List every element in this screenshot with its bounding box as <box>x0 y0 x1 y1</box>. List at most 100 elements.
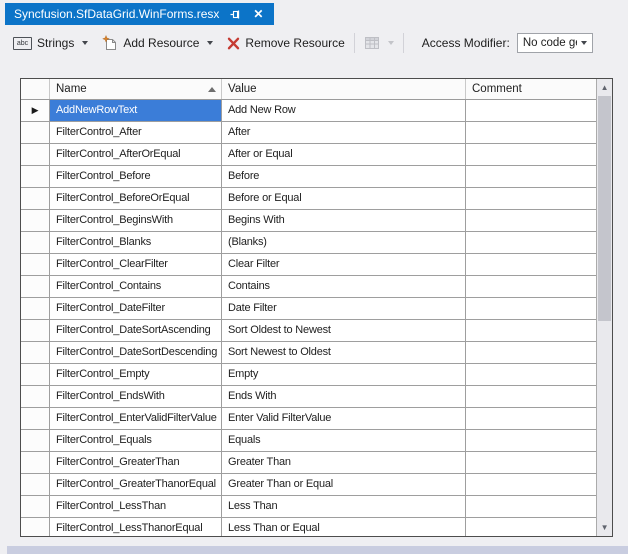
grid-cell-name[interactable]: FilterControl_EndsWith <box>50 386 222 407</box>
grid-cell-value[interactable]: Greater Than or Equal <box>222 474 466 495</box>
grid-cell-name[interactable]: FilterControl_After <box>50 122 222 143</box>
row-selector[interactable] <box>21 474 50 495</box>
grid-cell-value[interactable]: Greater Than <box>222 452 466 473</box>
chevron-down-icon <box>207 41 214 45</box>
dataview-button-disabled[interactable] <box>361 34 397 52</box>
grid-cell-comment[interactable] <box>466 166 596 187</box>
document-tab[interactable]: Syncfusion.SfDataGrid.WinForms.resx ✕ <box>5 3 275 25</box>
grid-cell-name[interactable]: FilterControl_Equals <box>50 430 222 451</box>
grid-cell-comment[interactable] <box>466 188 596 209</box>
grid-cell-value[interactable]: Less Than <box>222 496 466 517</box>
grid-cell-comment[interactable] <box>466 276 596 297</box>
grid-cell-value[interactable]: Before or Equal <box>222 188 466 209</box>
grid-cell-name[interactable]: FilterControl_Before <box>50 166 222 187</box>
vertical-scrollbar[interactable]: ▲ ▼ <box>596 79 612 536</box>
grid-cell-name[interactable]: FilterControl_ClearFilter <box>50 254 222 275</box>
grid-cell-name[interactable]: FilterControl_GreaterThan <box>50 452 222 473</box>
row-selector[interactable] <box>21 254 50 275</box>
grid-cell-name[interactable]: FilterControl_LessThanorEqual <box>50 518 222 536</box>
column-header-value[interactable]: Value <box>222 79 466 99</box>
grid-cell-comment[interactable] <box>466 474 596 495</box>
scroll-up-icon[interactable]: ▲ <box>597 79 612 96</box>
grid-cell-comment[interactable] <box>466 364 596 385</box>
grid-cell-comment[interactable] <box>466 100 596 121</box>
add-resource-button[interactable]: Add Resource <box>99 33 216 53</box>
grid-cell-value[interactable]: Equals <box>222 430 466 451</box>
grid-cell-value[interactable]: Ends With <box>222 386 466 407</box>
grid-cell-value[interactable]: Clear Filter <box>222 254 466 275</box>
grid-cell-value[interactable]: Sort Oldest to Newest <box>222 320 466 341</box>
grid-cell-name[interactable]: FilterControl_AfterOrEqual <box>50 144 222 165</box>
row-selector[interactable] <box>21 210 50 231</box>
grid-cell-name[interactable]: FilterControl_EnterValidFilterValue <box>50 408 222 429</box>
row-selector[interactable] <box>21 430 50 451</box>
row-selector[interactable] <box>21 298 50 319</box>
grid-cell-comment[interactable] <box>466 254 596 275</box>
remove-resource-button[interactable]: Remove Resource <box>224 34 347 52</box>
row-selector[interactable] <box>21 518 50 536</box>
grid-cell-comment[interactable] <box>466 386 596 407</box>
grid-cell-name[interactable]: FilterControl_Empty <box>50 364 222 385</box>
grid-cell-comment[interactable] <box>466 144 596 165</box>
grid-cell-value[interactable]: After or Equal <box>222 144 466 165</box>
grid-cell-comment[interactable] <box>466 430 596 451</box>
access-modifier-label: Access Modifier: <box>421 36 510 50</box>
grid-cell-name[interactable]: FilterControl_Contains <box>50 276 222 297</box>
toolbar-separator <box>402 33 404 53</box>
grid-cell-comment[interactable] <box>466 298 596 319</box>
scrollbar-thumb[interactable] <box>598 96 611 321</box>
row-selector[interactable] <box>21 452 50 473</box>
scroll-down-icon[interactable]: ▼ <box>597 519 612 536</box>
grid-cell-comment[interactable] <box>466 518 596 536</box>
grid-cell-value[interactable]: Contains <box>222 276 466 297</box>
resource-strings-grid: Name Value Comment ▶ AddNewRowText Add New… <box>20 78 613 537</box>
grid-cell-comment[interactable] <box>466 452 596 473</box>
row-selector[interactable] <box>21 386 50 407</box>
grid-cell-name[interactable]: FilterControl_Blanks <box>50 232 222 253</box>
row-selector[interactable] <box>21 276 50 297</box>
grid-cell-value[interactable]: Before <box>222 166 466 187</box>
pin-icon[interactable] <box>228 7 242 21</box>
grid-cell-value[interactable]: Less Than or Equal <box>222 518 466 536</box>
grid-cell-comment[interactable] <box>466 122 596 143</box>
grid-cell-comment[interactable] <box>466 232 596 253</box>
grid-cell-value[interactable]: Begins With <box>222 210 466 231</box>
row-selector[interactable] <box>21 364 50 385</box>
row-selector[interactable] <box>21 166 50 187</box>
close-icon[interactable]: ✕ <box>251 7 265 21</box>
grid-cell-comment[interactable] <box>466 210 596 231</box>
grid-cell-comment[interactable] <box>466 342 596 363</box>
grid-cell-value[interactable]: Empty <box>222 364 466 385</box>
row-selector[interactable] <box>21 232 50 253</box>
grid-cell-comment[interactable] <box>466 496 596 517</box>
grid-cell-value[interactable]: Sort Newest to Oldest <box>222 342 466 363</box>
grid-cell-comment[interactable] <box>466 320 596 341</box>
row-selector[interactable] <box>21 144 50 165</box>
access-modifier-dropdown[interactable]: No code gene <box>516 33 593 53</box>
grid-cell-name[interactable]: FilterControl_DateFilter <box>50 298 222 319</box>
abc-strings-icon: abc <box>13 36 32 50</box>
column-header-name[interactable]: Name <box>50 79 222 99</box>
row-selector[interactable] <box>21 188 50 209</box>
row-selector[interactable] <box>21 496 50 517</box>
grid-cell-value[interactable]: After <box>222 122 466 143</box>
row-selector[interactable] <box>21 320 50 341</box>
grid-cell-name[interactable]: FilterControl_BeforeOrEqual <box>50 188 222 209</box>
row-selector[interactable] <box>21 342 50 363</box>
grid-cell-value[interactable]: Add New Row <box>222 100 466 121</box>
grid-cell-name[interactable]: FilterControl_BeginsWith <box>50 210 222 231</box>
grid-cell-comment[interactable] <box>466 408 596 429</box>
grid-cell-name[interactable]: FilterControl_DateSortDescending <box>50 342 222 363</box>
grid-cell-value[interactable]: (Blanks) <box>222 232 466 253</box>
grid-cell-name[interactable]: FilterControl_DateSortAscending <box>50 320 222 341</box>
grid-cell-value[interactable]: Date Filter <box>222 298 466 319</box>
grid-cell-name[interactable]: FilterControl_LessThan <box>50 496 222 517</box>
row-selector[interactable] <box>21 122 50 143</box>
strings-type-button[interactable]: abc Strings <box>10 34 91 52</box>
row-selector[interactable]: ▶ <box>21 100 50 121</box>
grid-cell-value[interactable]: Enter Valid FilterValue <box>222 408 466 429</box>
grid-cell-name[interactable]: FilterControl_GreaterThanorEqual <box>50 474 222 495</box>
column-header-comment[interactable]: Comment <box>466 79 596 99</box>
grid-cell-name[interactable]: AddNewRowText <box>50 100 222 121</box>
row-selector[interactable] <box>21 408 50 429</box>
